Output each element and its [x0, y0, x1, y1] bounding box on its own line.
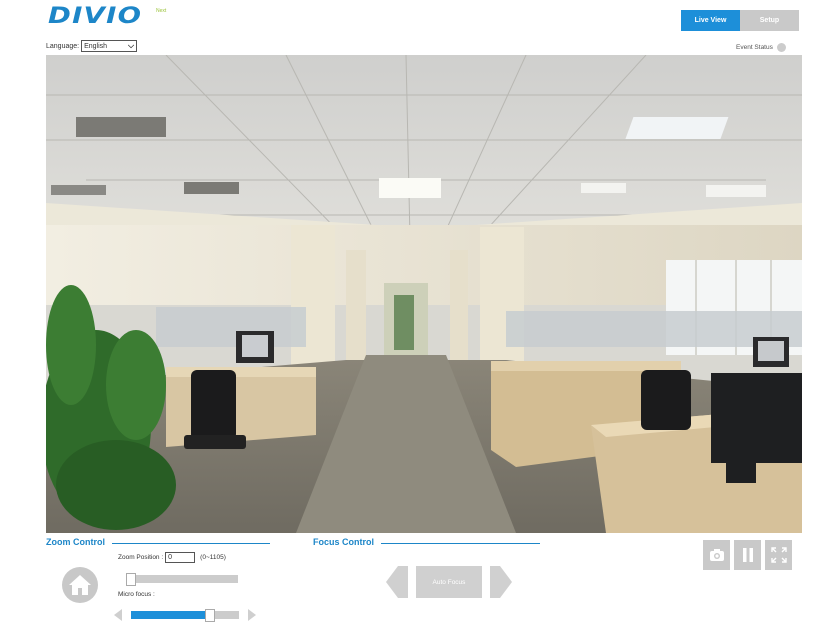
zoom-position-row: Zoom Position : 0 (0~1105)	[118, 552, 226, 563]
zoom-position-slider-handle[interactable]	[126, 573, 136, 586]
live-video-view[interactable]	[46, 55, 802, 533]
zoom-control-divider	[112, 543, 270, 544]
divio-logo: DIVIO Next	[48, 6, 178, 28]
zoom-position-input[interactable]: 0	[165, 552, 196, 563]
micro-focus-slider-fill	[131, 611, 210, 619]
focus-controls: Auto Focus	[386, 566, 512, 598]
pause-icon	[742, 548, 753, 562]
tab-live-view[interactable]: Live View	[681, 10, 740, 31]
focus-left-button[interactable]	[386, 566, 408, 598]
logo-subtext: Next	[156, 8, 167, 14]
event-status-indicator	[776, 43, 786, 52]
language-selected-value: English	[84, 42, 108, 50]
focus-control-title: Focus Control	[313, 537, 374, 547]
focus-control-divider	[381, 543, 540, 544]
micro-focus-label: Micro focus :	[118, 591, 155, 598]
focus-right-button[interactable]	[490, 566, 512, 598]
zoom-position-label: Zoom Position :	[118, 554, 164, 561]
chevron-down-icon: ⌵	[128, 41, 135, 50]
top-tabs: Live View Setup	[681, 10, 799, 31]
home-button[interactable]	[62, 567, 98, 603]
zoom-position-range: (0~1105)	[200, 554, 226, 561]
zoom-control-title: Zoom Control	[46, 537, 105, 547]
event-status: Event Status	[736, 43, 786, 52]
auto-focus-button[interactable]: Auto Focus	[416, 566, 482, 598]
home-icon	[69, 575, 91, 595]
camera-image	[46, 55, 802, 533]
chevron-right-icon	[500, 566, 512, 598]
camera-icon	[709, 549, 724, 561]
language-select[interactable]: English ⌵	[81, 40, 138, 52]
logo-text: DIVIO	[48, 4, 143, 29]
pause-button[interactable]	[734, 540, 761, 570]
micro-focus-left-button[interactable]	[114, 609, 122, 621]
chevron-left-icon	[386, 566, 398, 598]
fullscreen-icon	[770, 547, 787, 563]
micro-focus-slider-handle[interactable]	[204, 609, 215, 622]
fullscreen-button[interactable]	[765, 540, 792, 570]
zoom-position-slider[interactable]	[126, 575, 238, 583]
language-label: Language:	[46, 42, 80, 50]
playback-controls	[703, 540, 792, 570]
micro-focus-right-button[interactable]	[248, 609, 256, 621]
language-selector: Language: English ⌵	[46, 40, 138, 52]
tab-setup[interactable]: Setup	[740, 10, 799, 31]
event-status-label: Event Status	[736, 44, 773, 51]
snapshot-button[interactable]	[703, 540, 730, 570]
